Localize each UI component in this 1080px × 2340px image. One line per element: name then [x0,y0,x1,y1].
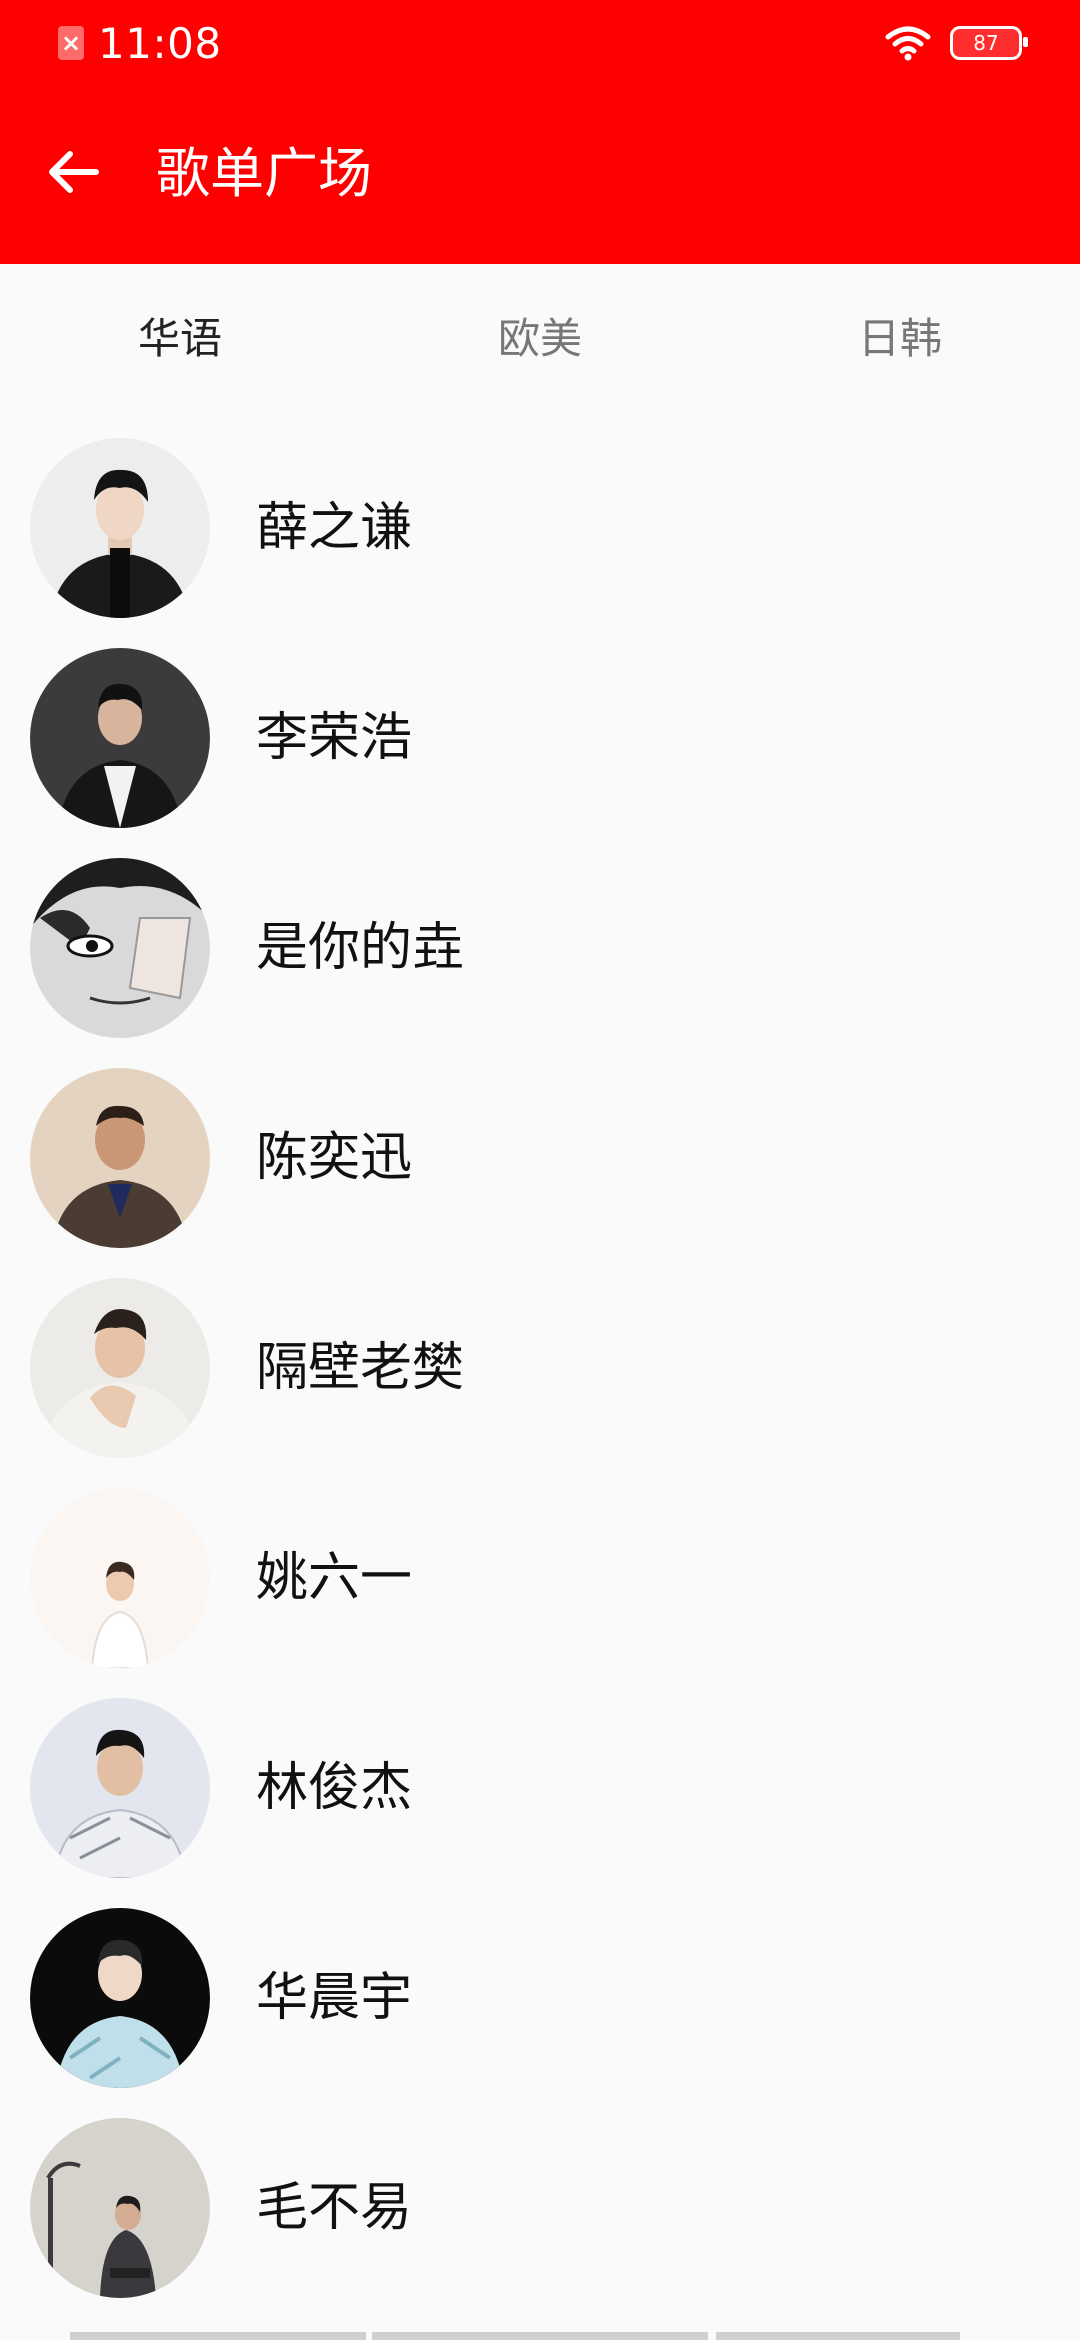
list-item[interactable]: 薛之谦 [0,420,1080,630]
status-bar: 11:08 87 [0,0,1080,88]
avatar [30,1908,210,2088]
status-left: 11:08 [58,18,222,68]
tab-japanese-korean[interactable]: 日韩 [820,304,980,374]
partial-row-segment [372,2332,708,2340]
artist-name: 林俊杰 [256,1758,413,1818]
avatar [30,1068,210,1248]
status-time: 11:08 [98,18,222,68]
artist-name: 陈奕迅 [256,1128,413,1188]
app-screen: 11:08 87 歌单广场 [0,0,1080,2340]
next-list-item-partial [0,2326,1080,2340]
arrow-left-icon [49,151,99,193]
list-item[interactable]: 隔壁老樊 [0,1260,1080,1470]
list-item[interactable]: 李荣浩 [0,630,1080,840]
header: 11:08 87 歌单广场 [0,0,1080,264]
artist-name: 李荣浩 [256,708,413,768]
back-button[interactable] [34,132,114,212]
partial-row-segment [70,2332,366,2340]
sim-error-icon [58,26,84,60]
avatar [30,858,210,1038]
avatar [30,1698,210,1878]
artist-name: 薛之谦 [256,498,413,558]
list-item[interactable]: 林俊杰 [0,1680,1080,1890]
page-title: 歌单广场 [156,142,372,205]
avatar [30,2118,210,2298]
list-item[interactable]: 是你的垚 [0,840,1080,1050]
list-item[interactable]: 毛不易 [0,2100,1080,2310]
status-right: 87 [884,18,1028,68]
partial-row-segment [716,2332,960,2340]
avatar [30,1488,210,1668]
artist-name: 隔壁老樊 [256,1338,465,1398]
battery-icon: 87 [950,26,1028,60]
avatar [30,1278,210,1458]
artist-name: 华晨宇 [256,1968,413,2028]
battery-level: 87 [973,31,999,55]
wifi-icon [885,26,931,61]
artist-name: 毛不易 [256,2178,413,2238]
list-item[interactable]: 陈奕迅 [0,1050,1080,1260]
tab-chinese[interactable]: 华语 [100,304,260,374]
tab-western[interactable]: 欧美 [460,304,620,374]
list-item[interactable]: 姚六一 [0,1470,1080,1680]
artist-name: 姚六一 [256,1548,413,1608]
avatar [30,438,210,618]
list-item[interactable]: 华晨宇 [0,1890,1080,2100]
category-tabs: 华语 欧美 日韩 [0,264,1080,414]
toolbar: 歌单广场 [0,88,1080,264]
avatar [30,648,210,828]
artist-name: 是你的垚 [256,918,465,978]
